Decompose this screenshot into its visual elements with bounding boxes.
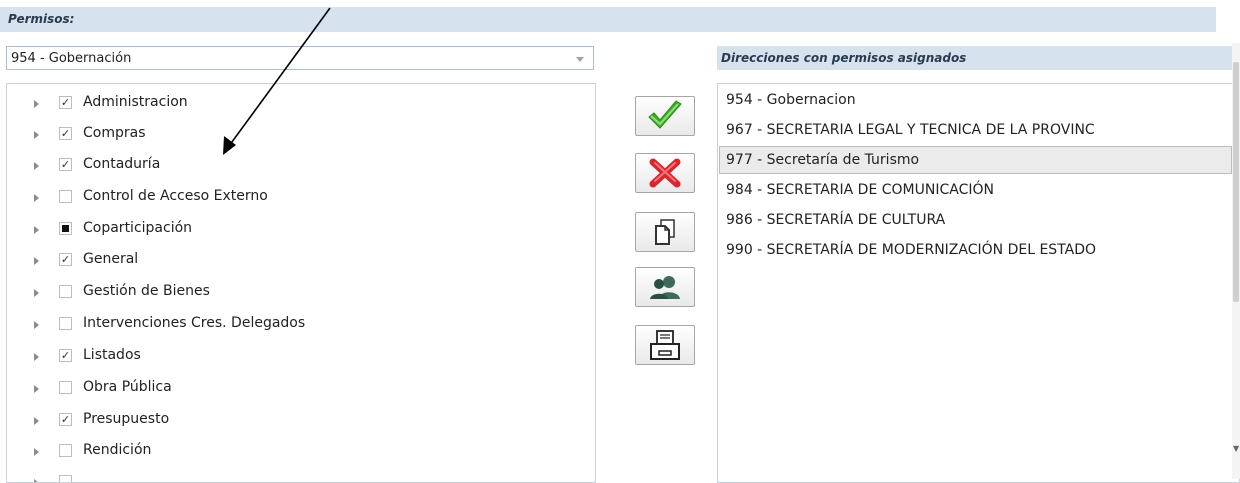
tree-item-label: Gestión de Bienes <box>83 283 210 299</box>
expand-arrow-icon[interactable] <box>34 194 39 202</box>
checkbox[interactable]: ✓ <box>59 413 72 426</box>
directions-title: Direcciones con permisos asignados <box>721 51 967 65</box>
green-check-icon <box>648 100 682 129</box>
tree-item-label: General <box>83 251 139 267</box>
list-item-selected[interactable]: 977 - Secretaría de Turismo <box>719 146 1232 174</box>
checkbox[interactable]: ✓ <box>59 96 72 109</box>
list-item[interactable]: 984 - SECRETARIA DE COMUNICACIÓN <box>719 176 1232 204</box>
expand-arrow-icon[interactable] <box>34 162 39 170</box>
checkbox[interactable] <box>59 190 72 203</box>
expand-arrow-icon[interactable] <box>34 385 39 393</box>
copy-button[interactable] <box>635 212 695 252</box>
checkbox[interactable] <box>59 444 72 457</box>
expand-arrow-icon[interactable] <box>34 479 39 482</box>
tree-item-label: Presupuesto <box>83 411 170 427</box>
expand-arrow-icon[interactable] <box>34 289 39 297</box>
expand-arrow-icon[interactable] <box>34 131 39 139</box>
expand-arrow-icon[interactable] <box>34 353 39 361</box>
organization-select[interactable]: 954 - Gobernación <box>6 46 594 70</box>
tree-item-label: Coparticipación <box>83 220 193 236</box>
checkbox[interactable]: ✓ <box>59 127 72 140</box>
red-x-icon <box>649 158 681 188</box>
tree-item-label: Listados <box>83 347 141 363</box>
directions-header: Direcciones con permisos asignados <box>717 46 1240 70</box>
delete-button[interactable] <box>635 153 695 193</box>
print-button[interactable] <box>635 325 695 365</box>
tree-item-label: Control de Acceso Externo <box>83 188 268 204</box>
tree-item-label: Compras <box>83 125 146 141</box>
expand-arrow-icon[interactable] <box>34 448 39 456</box>
scrollbar-thumb[interactable] <box>1233 62 1239 302</box>
permissions-title: Permisos: <box>8 12 75 26</box>
expand-arrow-icon[interactable] <box>34 257 39 265</box>
chevron-down-icon[interactable] <box>576 57 584 62</box>
confirm-button[interactable] <box>635 96 695 136</box>
tree-item-label: Intervenciones Cres. Delegados <box>83 315 306 331</box>
checkbox[interactable]: ✓ <box>59 158 72 171</box>
checkbox[interactable]: ✓ <box>59 349 72 362</box>
checkbox[interactable] <box>59 222 72 235</box>
checkbox[interactable]: ✓ <box>59 253 72 266</box>
checkbox[interactable] <box>59 285 72 298</box>
list-item[interactable]: 990 - SECRETARÍA DE MODERNIZACIÓN DEL ES… <box>719 236 1232 264</box>
list-item[interactable]: 967 - SECRETARIA LEGAL Y TECNICA DE LA P… <box>719 116 1232 144</box>
tree-item-label: Rendición <box>83 442 152 458</box>
permissions-header: Permisos: <box>0 7 1216 32</box>
checkbox[interactable] <box>59 317 72 330</box>
expand-arrow-icon[interactable] <box>34 321 39 329</box>
users-button[interactable] <box>635 267 695 307</box>
checkbox[interactable] <box>59 381 72 394</box>
permissions-tree: ✓ Administracion ✓ Compras ✓ Contaduría … <box>6 83 596 483</box>
expand-arrow-icon[interactable] <box>34 226 39 234</box>
tree-item-label: Administracion <box>83 94 188 110</box>
directions-list: 954 - Gobernacion 967 - SECRETARIA LEGAL… <box>717 83 1240 483</box>
expand-arrow-icon[interactable] <box>34 100 39 108</box>
printer-icon <box>650 330 680 360</box>
organization-select-value: 954 - Gobernación <box>11 51 132 66</box>
list-item[interactable]: 954 - Gobernacion <box>719 86 1232 114</box>
list-item[interactable]: 986 - SECRETARÍA DE CULTURA <box>719 206 1232 234</box>
tree-item-label: Obra Pública <box>83 379 172 395</box>
checkbox[interactable] <box>59 475 72 482</box>
scroll-down-icon[interactable]: ▼ <box>1233 444 1239 453</box>
expand-arrow-icon[interactable] <box>34 417 39 425</box>
user-group-icon <box>650 276 680 299</box>
copy-document-icon <box>655 219 675 245</box>
tree-item-label: Contaduría <box>83 156 161 172</box>
